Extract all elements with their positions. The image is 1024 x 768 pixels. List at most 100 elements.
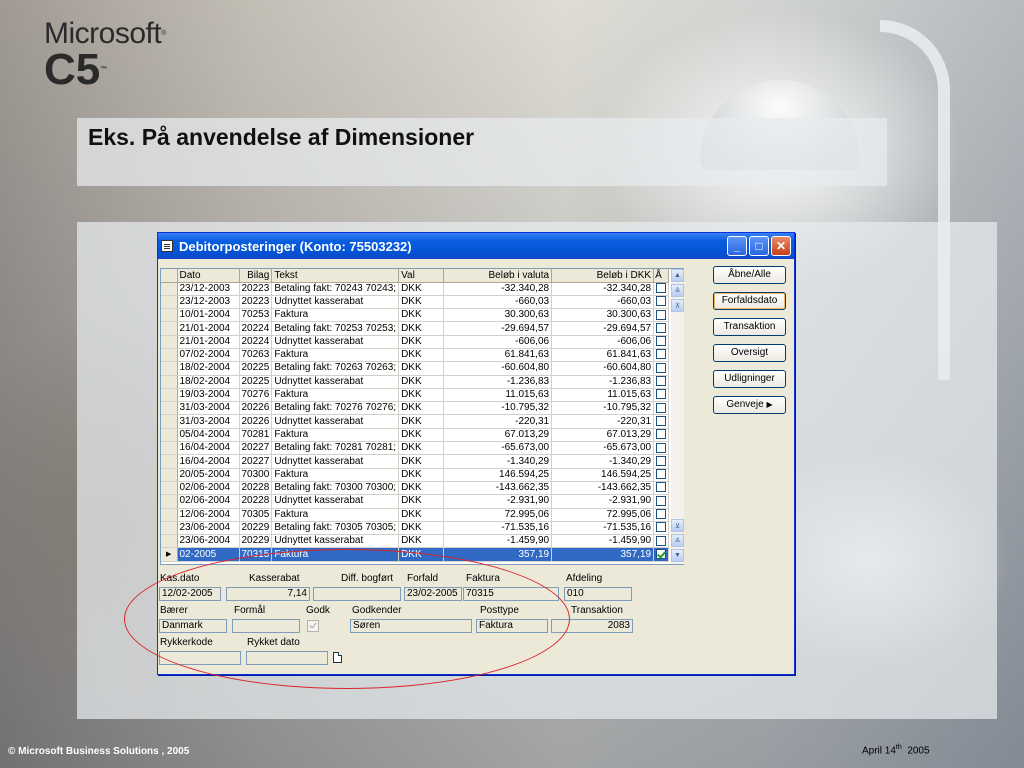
cell-val[interactable]: DKK [398,295,445,310]
aaben-checkbox[interactable] [656,469,667,480]
cell-dato[interactable]: 20/05-2004 [177,468,240,482]
godk-checkbox[interactable] [307,620,319,632]
cell-val[interactable]: DKK [398,481,445,496]
aaben-checkbox[interactable] [656,322,667,333]
aaben-checkbox[interactable] [656,429,667,440]
kasserabat-field[interactable]: 7,14 [226,587,310,601]
cell-val[interactable]: DKK [398,308,445,323]
aaben-checkbox[interactable] [656,535,667,546]
genveje-button[interactable]: Genveje ▶ [713,396,786,414]
scroll-page-down-button[interactable]: ≚ [671,534,684,547]
scroll-first-button[interactable]: ⊼ [671,299,684,312]
minimize-button[interactable]: _ [727,236,747,256]
cell-valuta[interactable]: -60.604,80 [443,361,553,376]
row-indicator[interactable] [161,308,178,323]
aaben-checkbox[interactable] [656,415,667,426]
cell-val[interactable]: DKK [398,521,445,536]
cell-bilag[interactable]: 70253 [239,308,273,323]
row-indicator[interactable] [161,494,178,509]
cell-dato[interactable]: 02/06-2004 [177,494,240,509]
forfaldsdato-button[interactable]: Forfaldsdato [713,292,786,310]
cell-tekst[interactable]: Faktura [271,348,400,363]
cell-tekst[interactable]: Faktura [271,428,400,443]
window-titlebar[interactable]: Debitorposteringer (Konto: 75503232) _ □… [158,233,794,259]
cell-valuta[interactable]: 146.594,25 [443,468,553,482]
cell-valuta[interactable]: -32.340,28 [443,282,553,296]
cell-valuta[interactable]: 11.015,63 [443,388,553,403]
cell-dato[interactable]: 31/03-2004 [177,414,240,429]
table-row[interactable]: 20/05-2004 70300 Faktura DKK 146.594,25 146.5… [161,468,670,482]
cell-dkk[interactable]: 357,19 [551,547,655,562]
cell-dato[interactable]: 19/03-2004 [177,388,240,403]
row-indicator[interactable] [161,508,178,522]
aaben-checkbox[interactable] [656,296,667,307]
cell-dato[interactable]: 23/06-2004 [177,521,240,536]
aaben-checkbox[interactable] [656,389,667,400]
cell-val[interactable]: DKK [398,414,445,429]
cell-dkk[interactable]: -1.459,90 [551,534,655,549]
cell-aaben[interactable] [653,428,670,443]
cell-aaben[interactable] [653,335,670,349]
cell-dato[interactable]: 07/02-2004 [177,348,240,363]
cell-dkk[interactable]: -60.604,80 [551,361,655,376]
cell-dato[interactable]: 16/04-2004 [177,441,240,456]
table-row[interactable]: 02/06-2004 20228 Udnyttet kasserabat DKK -2.… [161,494,670,509]
col-val[interactable]: Val [398,269,445,283]
cell-valuta[interactable]: -29.694,57 [443,321,553,336]
cell-valuta[interactable]: -1.340,29 [443,454,553,469]
cell-val[interactable]: DKK [398,428,445,443]
udligninger-button[interactable]: Udligninger [713,370,786,388]
table-row[interactable]: 31/03-2004 20226 Betaling fakt: 70276 7027… [161,401,670,416]
cell-aaben[interactable] [653,361,670,376]
aaben-checkbox[interactable] [656,283,667,293]
cell-tekst[interactable]: Faktura [271,388,400,403]
cell-aaben[interactable] [653,414,670,429]
cell-valuta[interactable]: -143.662,35 [443,481,553,496]
aaben-checkbox[interactable] [656,495,667,506]
row-indicator[interactable] [161,282,178,296]
cell-dato[interactable]: 21/01-2004 [177,335,240,349]
table-row[interactable]: 16/04-2004 20227 Udnyttet kasserabat DKK -1.… [161,454,670,469]
col-bilag[interactable]: Bilag [239,269,273,283]
cell-dato[interactable]: 02/06-2004 [177,481,240,496]
document-icon[interactable] [333,652,342,663]
cell-dkk[interactable]: 11.015,63 [551,388,655,403]
cell-dkk[interactable]: -1.236,83 [551,375,655,389]
row-indicator[interactable] [161,534,178,549]
cell-dato[interactable]: 18/02-2004 [177,361,240,376]
cell-aaben[interactable] [653,375,670,389]
row-indicator[interactable] [161,401,178,416]
afdeling-field[interactable]: 010 [564,587,632,601]
cell-dkk[interactable]: 30.300,63 [551,308,655,323]
cell-bilag[interactable]: 20226 [239,414,273,429]
forfald-field[interactable]: 23/02-2005 [404,587,462,601]
cell-dkk[interactable]: -143.662,35 [551,481,655,496]
cell-tekst[interactable]: Faktura [271,547,400,562]
row-indicator[interactable] [161,335,178,349]
oversigt-button[interactable]: Oversigt [713,344,786,362]
cell-bilag[interactable]: 20229 [239,534,273,549]
kasdato-field[interactable]: 12/02-2005 [159,587,221,601]
cell-dkk[interactable]: 67.013,29 [551,428,655,443]
cell-aaben[interactable] [653,494,670,509]
aaben-checkbox[interactable] [656,442,667,453]
cell-dkk[interactable]: -71.535,16 [551,521,655,536]
row-indicator[interactable] [161,348,178,363]
col-dkk[interactable]: Beløb i DKK [551,269,655,283]
baerer-field[interactable]: Danmark [159,619,227,633]
cell-val[interactable]: DKK [398,468,445,482]
cell-tekst[interactable]: Betaling fakt: 70263 70263; [271,361,400,376]
cell-val[interactable]: DKK [398,361,445,376]
row-indicator[interactable] [161,295,178,310]
cell-aaben[interactable] [653,508,670,522]
cell-aaben[interactable] [653,481,670,496]
row-indicator[interactable] [161,468,178,482]
cell-dato[interactable]: 23/12-2003 [177,282,240,296]
grid-vertical-scrollbar[interactable]: ▲ ≜ ⊼ ⊻ ≚ ▼ [671,269,684,564]
cell-val[interactable]: DKK [398,547,445,562]
cell-dkk[interactable]: -606,06 [551,335,655,349]
scroll-page-up-button[interactable]: ≜ [671,284,684,297]
table-row[interactable]: 12/06-2004 70305 Faktura DKK 72.995,06 72.995… [161,508,670,522]
cell-valuta[interactable]: 357,19 [443,547,553,562]
cell-val[interactable]: DKK [398,321,445,336]
